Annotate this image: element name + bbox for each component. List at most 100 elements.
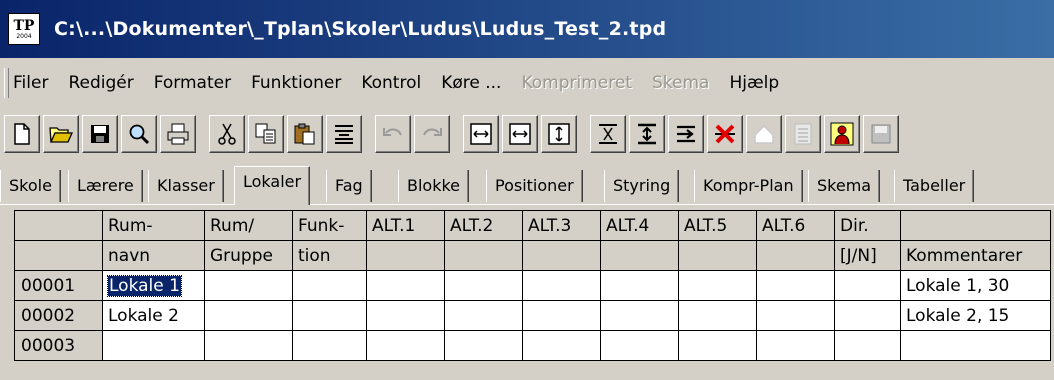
table-cell[interactable] [204,300,293,331]
column-header[interactable] [366,240,445,271]
table-cell[interactable] [756,270,835,301]
table-cell[interactable] [204,330,293,361]
column-header[interactable]: Dir. [834,210,901,241]
column-header[interactable] [522,240,601,271]
column-header[interactable] [600,240,679,271]
delete-button[interactable] [707,115,743,153]
tab-lokaler[interactable]: Lokaler [234,166,311,205]
table-cell[interactable] [444,270,523,301]
table-cell[interactable] [102,330,205,361]
tab-styring[interactable]: Styring [604,170,680,202]
table-cell[interactable]: Lokale 1 [102,270,205,301]
table-cell[interactable] [600,330,679,361]
table-cell[interactable] [756,330,835,361]
tab-kompr-plan[interactable]: Kompr-Plan [694,170,803,202]
table-cell[interactable] [678,300,757,331]
table-cell[interactable] [204,270,293,301]
table-cell[interactable] [444,300,523,331]
table-cell[interactable] [834,300,901,331]
tab-skole[interactable]: Skole [0,170,61,202]
column-header[interactable]: ALT.4 [600,210,679,241]
table-cell[interactable] [522,270,601,301]
redo-button[interactable] [414,115,450,153]
copy-button[interactable] [248,115,284,153]
disk-button[interactable] [863,115,899,153]
menu-kore[interactable]: Køre ... [431,73,511,93]
tab-laerere[interactable]: Lærere [68,170,143,202]
table-cell[interactable]: Lokale 2 [102,300,205,331]
menu-hjaelp[interactable]: Hjælp [719,73,789,93]
menu-funktioner[interactable]: Funktioner [241,73,351,93]
insert-button[interactable] [668,115,704,153]
column-header[interactable]: [J/N] [834,240,901,271]
table-cell[interactable] [366,300,445,331]
table-cell[interactable] [366,330,445,361]
print-button[interactable] [160,115,196,153]
table-cell[interactable] [834,330,901,361]
table-cell[interactable] [600,270,679,301]
menu-skema[interactable]: Skema [642,73,719,93]
cut-button[interactable] [209,115,245,153]
tab-klasser[interactable]: Klasser [148,170,224,202]
column-header[interactable]: Funk- [292,210,367,241]
column-header[interactable] [756,240,835,271]
menu-kontrol[interactable]: Kontrol [351,73,431,93]
column-width-2-button[interactable] [502,115,538,153]
column-header[interactable] [444,240,523,271]
row-header[interactable]: 00003 [14,330,103,361]
column-header[interactable]: ALT.2 [444,210,523,241]
column-header[interactable]: ALT.1 [366,210,445,241]
column-header[interactable]: Gruppe [204,240,293,271]
column-header[interactable]: navn [102,240,205,271]
up-button[interactable] [746,115,782,153]
menu-komprimeret[interactable]: Komprimeret [511,73,642,93]
column-header[interactable]: ALT.6 [756,210,835,241]
table-cell[interactable] [756,300,835,331]
table-cell[interactable] [444,330,523,361]
table-cell[interactable] [522,300,601,331]
table-cell[interactable]: Lokale 1, 30 [900,270,1051,301]
column-header[interactable]: tion [292,240,367,271]
tab-blokke[interactable]: Blokke [398,170,470,202]
compress-button[interactable] [629,115,665,153]
tab-fag[interactable]: Fag [326,170,372,202]
selected-cell-text[interactable]: Lokale 1 [107,274,182,297]
paste-button[interactable] [287,115,323,153]
undo-button[interactable] [375,115,411,153]
column-header[interactable] [678,240,757,271]
tab-positioner[interactable]: Positioner [486,170,583,202]
app-logo-icon[interactable]: TP 2004 [8,13,40,45]
table-cell[interactable] [600,300,679,331]
table-cell[interactable] [834,270,901,301]
open-button[interactable] [43,115,79,153]
column-header[interactable]: ALT.5 [678,210,757,241]
new-button[interactable] [4,115,40,153]
column-width-button[interactable] [463,115,499,153]
align-button[interactable] [326,115,362,153]
column-header[interactable]: Kommentarer [900,240,1051,271]
search-button[interactable] [121,115,157,153]
menu-filer[interactable]: Filer [9,73,58,93]
table-cell[interactable] [678,270,757,301]
table-cell[interactable] [900,330,1051,361]
column-header[interactable] [900,210,1051,241]
row-header[interactable]: 00001 [14,270,103,301]
tab-skema[interactable]: Skema [808,170,881,202]
table-cell[interactable] [678,330,757,361]
sort-button[interactable] [590,115,626,153]
table-cell[interactable] [366,270,445,301]
table-cell[interactable] [292,270,367,301]
column-header[interactable]: Rum/ [204,210,293,241]
lines-button[interactable] [785,115,821,153]
table-cell[interactable]: Lokale 2, 15 [900,300,1051,331]
table-cell[interactable] [292,330,367,361]
table-cell[interactable] [522,330,601,361]
column-header[interactable]: ALT.3 [522,210,601,241]
tab-tabeller[interactable]: Tabeller [894,170,975,202]
row-header[interactable]: 00002 [14,300,103,331]
table-cell[interactable] [292,300,367,331]
save-button[interactable] [82,115,118,153]
row-height-button[interactable] [541,115,577,153]
teacher-button[interactable] [824,115,860,153]
menu-rediger[interactable]: Redigér [58,73,143,93]
